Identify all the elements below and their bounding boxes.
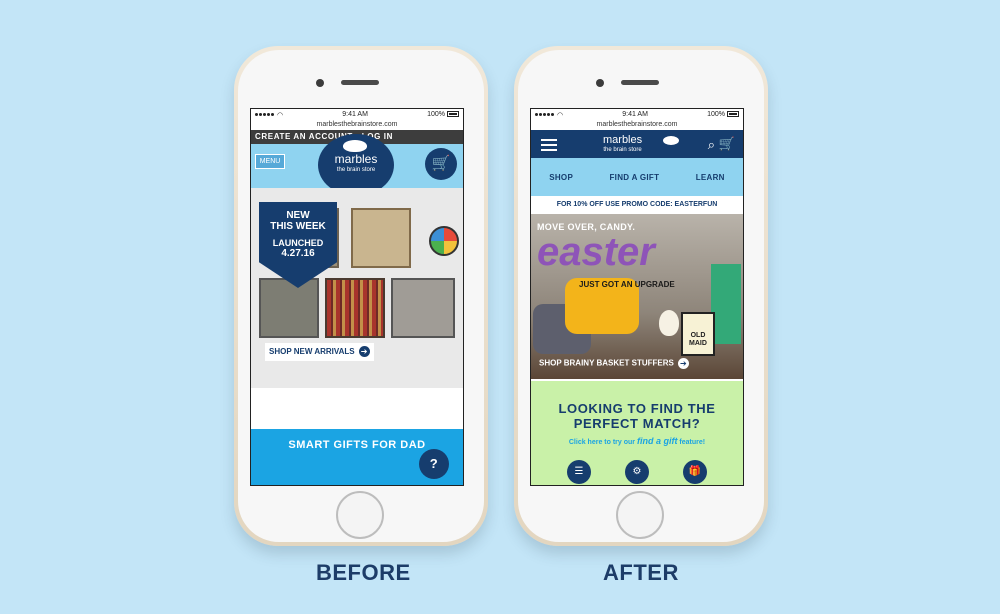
product-image xyxy=(391,278,455,338)
badge-line: 4.27.16 xyxy=(281,248,315,259)
hero-headline: easter xyxy=(537,230,655,274)
find-a-gift-promo[interactable]: LOOKING TO FIND THE PERFECT MATCH? Click… xyxy=(531,381,743,485)
hero-line2: JUST GOT AN UPGRADE xyxy=(579,280,675,289)
after-caption: AFTER xyxy=(603,560,679,585)
new-badge: NEW THIS WEEK LAUNCHED 4.27.16 xyxy=(259,202,337,288)
status-bar: ◠ 9:41 AM 100% xyxy=(251,109,463,120)
shop-label: SHOP NEW ARRIVALS xyxy=(269,347,355,356)
nav-learn[interactable]: LEARN xyxy=(696,173,725,182)
logo-mark-icon xyxy=(343,140,367,152)
hamburger-menu-icon[interactable] xyxy=(541,139,557,151)
site-header: MENU marbles the brain store 🛒 xyxy=(251,134,463,196)
home-button[interactable] xyxy=(336,491,384,539)
egg-image xyxy=(659,310,679,336)
home-button[interactable] xyxy=(616,491,664,539)
signal-icon: ◠ xyxy=(535,111,563,119)
product-image xyxy=(351,208,411,268)
battery-icon xyxy=(726,111,739,118)
camera-icon xyxy=(596,79,604,87)
screen-after: ◠ 9:41 AM 100% marblesthebrainstore.com … xyxy=(530,108,744,486)
logo[interactable]: marbles the brain store xyxy=(318,134,394,196)
nav-find-a-gift[interactable]: FIND A GIFT xyxy=(609,173,659,182)
cart-icon[interactable]: 🛒 xyxy=(425,148,457,180)
url-bar[interactable]: marblesthebrainstore.com xyxy=(531,120,743,130)
screen-before: ◠ 9:41 AM 100% marblesthebrainstore.com … xyxy=(250,108,464,486)
cart-icon[interactable]: 🛒 xyxy=(719,136,735,152)
list-icon: ☰ xyxy=(567,460,591,484)
arrow-right-icon: ➔ xyxy=(358,346,370,358)
logo-sub: the brain store xyxy=(336,167,376,173)
speaker-icon xyxy=(341,80,379,85)
match-title: LOOKING TO FIND THE PERFECT MATCH? xyxy=(558,401,716,431)
match-text-em: find a gift xyxy=(636,436,678,446)
smart-gifts-banner[interactable]: SMART GIFTS FOR DAD ? xyxy=(251,429,463,485)
phone-after: ◠ 9:41 AM 100% marblesthebrainstore.com … xyxy=(514,46,768,546)
logo-sub: the brain store xyxy=(603,147,642,153)
battery-icon xyxy=(446,111,459,118)
product-box: OLD MAID xyxy=(681,312,715,356)
hero-banner[interactable]: NEW THIS WEEK LAUNCHED 4.27.16 SHOP NEW … xyxy=(251,188,463,388)
before-caption: BEFORE xyxy=(316,560,411,585)
gift-icon: 🎁 xyxy=(683,460,707,484)
url-bar[interactable]: marblesthebrainstore.com xyxy=(251,120,463,130)
product-image xyxy=(259,278,319,338)
camera-icon xyxy=(316,79,324,87)
menu-button[interactable]: MENU xyxy=(255,154,285,169)
badge-line: NEW xyxy=(286,210,310,221)
badge-line: LAUNCHED xyxy=(272,238,324,248)
hero-banner[interactable]: OLD MAID MOVE OVER, CANDY. easter JUST G… xyxy=(531,214,743,379)
speaker-icon xyxy=(621,80,659,85)
status-time: 9:41 AM xyxy=(622,111,648,118)
logo-name: marbles xyxy=(334,152,378,166)
feature-icons: ☰ ⚙ 🎁 xyxy=(531,460,743,484)
shop-label: SHOP BRAINY BASKET STUFFERS xyxy=(539,358,674,368)
main-nav: SHOP FIND A GIFT LEARN xyxy=(531,158,743,196)
badge-line: THIS WEEK xyxy=(270,221,326,232)
match-text[interactable]: Click here to try our find a gift featur… xyxy=(531,436,743,446)
phone-body: ◠ 9:41 AM 100% marblesthebrainstore.com … xyxy=(238,50,484,542)
gears-icon: ⚙ xyxy=(625,460,649,484)
signal-icon: ◠ xyxy=(255,111,283,119)
logo[interactable]: marbles the brain store xyxy=(603,135,679,155)
arrow-right-icon: ➔ xyxy=(677,358,689,369)
product-image xyxy=(429,226,459,256)
basket-image xyxy=(711,264,741,344)
battery-percent: 100% xyxy=(427,111,445,118)
match-text-post: feature! xyxy=(679,439,706,446)
search-icon[interactable]: ⌕ xyxy=(708,137,715,153)
site-header: marbles the brain store ⌕ 🛒 xyxy=(531,130,743,158)
shop-basket-stuffers-button[interactable]: SHOP BRAINY BASKET STUFFERS ➔ xyxy=(539,358,689,369)
promo-bar: FOR 10% OFF USE PROMO CODE: EASTERFUN xyxy=(531,196,743,214)
logo-mark-icon xyxy=(663,136,679,145)
phone-before: ◠ 9:41 AM 100% marblesthebrainstore.com … xyxy=(234,46,488,546)
match-text-pre: Click here to try our xyxy=(568,439,636,446)
shop-new-arrivals-button[interactable]: SHOP NEW ARRIVALS ➔ xyxy=(265,343,374,361)
banner-label: SMART GIFTS FOR DAD xyxy=(288,439,426,451)
nav-shop[interactable]: SHOP xyxy=(549,173,573,182)
status-bar: ◠ 9:41 AM 100% xyxy=(531,109,743,120)
product-image xyxy=(325,278,385,338)
status-time: 9:41 AM xyxy=(342,111,368,118)
help-button[interactable]: ? xyxy=(419,449,449,479)
battery-percent: 100% xyxy=(707,111,725,118)
phone-body: ◠ 9:41 AM 100% marblesthebrainstore.com … xyxy=(518,50,764,542)
